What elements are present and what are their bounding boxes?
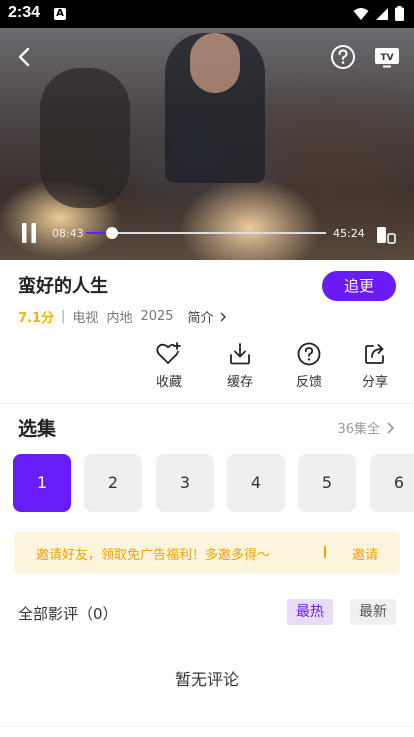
video-player[interactable]: TV 08:43 45:24: [0, 28, 414, 260]
all-episodes-link[interactable]: 36集全: [337, 418, 396, 437]
show-meta: 7.1分 | 电视 内地 2025 简介: [18, 307, 229, 326]
sort-new-tab[interactable]: 最新: [350, 599, 396, 625]
feedback-label: 反馈: [295, 375, 322, 390]
tv-cast-icon[interactable]: TV: [372, 42, 402, 72]
status-time: 2:34: [8, 4, 41, 21]
share-label: 分享: [361, 375, 388, 390]
signal-icon: [376, 7, 388, 20]
system-icons: [353, 6, 404, 21]
invite-button[interactable]: 邀请: [352, 544, 378, 563]
status-bar: 2:34 A: [0, 0, 414, 28]
share-icon: [365, 344, 384, 364]
reviews-title: 全部影评（0）: [18, 605, 118, 623]
battery-icon: [395, 6, 404, 21]
episode-list: 1 2 3 4 5 6: [0, 454, 414, 514]
section-divider: [0, 403, 414, 404]
intro-link[interactable]: 简介: [188, 307, 229, 326]
intro-label: 简介: [187, 311, 214, 326]
video-figure-left: [40, 68, 130, 208]
episode-item-1[interactable]: 1: [13, 454, 71, 512]
fullscreen-icon[interactable]: [370, 220, 400, 250]
share-button[interactable]: 分享: [353, 342, 397, 390]
episode-item-3[interactable]: 3: [156, 454, 214, 512]
favorite-label: 收藏: [155, 375, 182, 390]
episode-item-6[interactable]: 6: [370, 454, 414, 512]
heart-plus-icon: [156, 342, 181, 364]
download-button[interactable]: 缓存: [218, 342, 262, 390]
download-label: 缓存: [226, 375, 253, 390]
empty-reviews-text: 暂无评论: [174, 670, 239, 689]
show-year: 2025: [140, 309, 174, 324]
score: 7.1分: [18, 311, 55, 326]
feedback-button[interactable]: 反馈: [287, 342, 331, 390]
svg-text:TV: TV: [380, 53, 393, 63]
video-figure-center: [165, 33, 265, 183]
action-bar: 收藏 缓存 反馈 分享: [0, 342, 414, 394]
episode-item-5[interactable]: 5: [298, 454, 356, 512]
episode-item-2[interactable]: 2: [84, 454, 142, 512]
total-time: 45:24: [333, 227, 365, 240]
wifi-icon: [353, 7, 369, 20]
episode-item-4[interactable]: 4: [227, 454, 285, 512]
invite-banner[interactable]: 邀请好友，领取免广告福利！多邀多得～ 邀请: [14, 532, 400, 574]
sort-hot-tab[interactable]: 最热: [287, 599, 333, 625]
help-circle-icon: [297, 342, 321, 366]
pause-icon[interactable]: [14, 218, 44, 248]
show-region: 内地: [106, 311, 133, 326]
chevron-right-icon: [387, 421, 395, 434]
banner-separator: [324, 546, 326, 558]
chevron-right-icon: [220, 311, 226, 322]
back-icon[interactable]: [10, 42, 40, 72]
follow-button[interactable]: 追更: [322, 271, 396, 301]
bottom-divider: [0, 726, 414, 727]
progress-bar[interactable]: [86, 227, 326, 239]
notification-app-icon: A: [54, 8, 66, 20]
episodes-title: 选集: [18, 418, 57, 440]
download-icon: [230, 343, 250, 365]
show-title: 蛮好的人生: [18, 276, 108, 297]
favorite-button[interactable]: 收藏: [147, 342, 191, 390]
invite-text: 邀请好友，领取免广告福利！多邀多得～: [36, 548, 271, 563]
current-time: 08:43: [52, 227, 84, 240]
all-episodes-label: 36集全: [337, 422, 380, 437]
meta-divider: |: [61, 309, 66, 324]
progress-knob[interactable]: [106, 227, 119, 239]
show-type: 电视: [72, 311, 99, 326]
help-icon[interactable]: [328, 42, 358, 72]
